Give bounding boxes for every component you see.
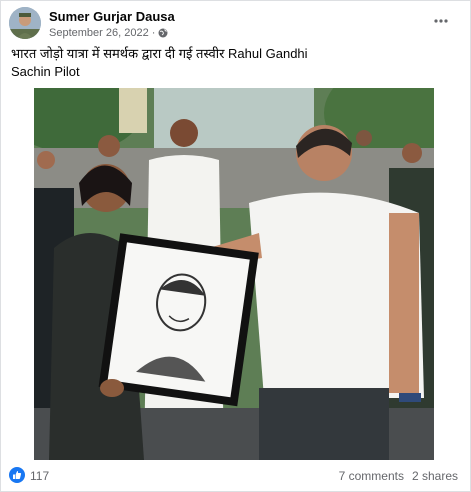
comments-count[interactable]: 7 comments (339, 469, 404, 483)
post-header: Sumer Gurjar Dausa September 26, 2022 · (1, 1, 470, 41)
meta-separator: · (151, 27, 156, 39)
caption-hindi: भारत जोड़ो यात्रा में समर्थक द्वारा दी ग… (11, 46, 225, 61)
shares-count[interactable]: 2 shares (412, 469, 458, 483)
caption-name-rahul: Rahul Gandhi (228, 46, 308, 61)
author-avatar[interactable] (9, 7, 41, 39)
author-name[interactable]: Sumer Gurjar Dausa (49, 9, 175, 24)
more-horizontal-icon (434, 19, 448, 23)
like-icon[interactable] (9, 467, 25, 483)
post-meta: September 26, 2022 · (49, 27, 168, 39)
caption-name-sachin: Sachin Pilot (11, 64, 80, 79)
engagement-stats: 7 comments 2 shares (339, 469, 458, 483)
like-count[interactable]: 117 (30, 469, 49, 483)
post-caption: भारत जोड़ो यात्रा में समर्थक द्वारा दी ग… (11, 45, 451, 81)
globe-icon (158, 28, 168, 38)
post-card: Sumer Gurjar Dausa September 26, 2022 · … (0, 0, 471, 492)
more-options-button[interactable] (429, 13, 453, 29)
post-photo[interactable] (34, 88, 434, 460)
post-footer: 117 7 comments 2 shares (1, 463, 470, 489)
post-date[interactable]: September 26, 2022 (49, 27, 149, 39)
